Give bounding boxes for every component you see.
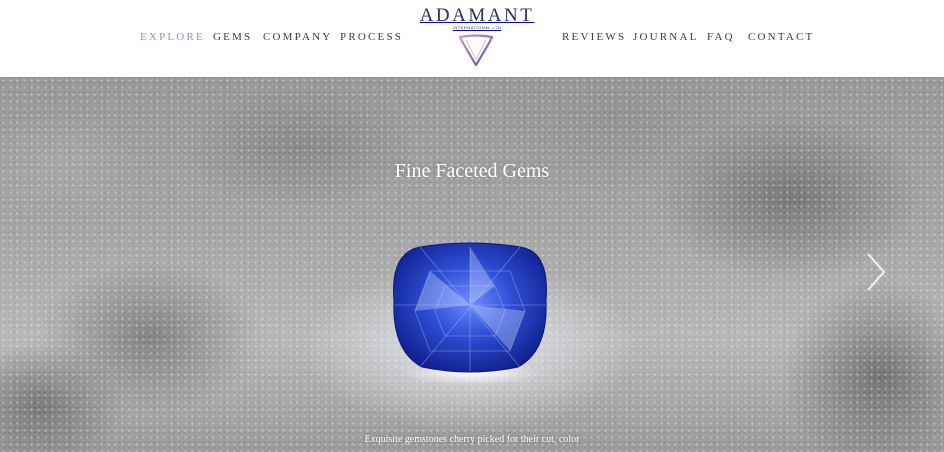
nav-journal[interactable]: JOURNAL [633,31,699,43]
nav-company[interactable]: COMPANY [263,31,332,43]
site-logo[interactable]: ADAMANT INTERNATIONAL LTD [414,6,540,70]
hero-subtitle: Exquisite gemstones cherry picked for th… [364,434,580,445]
nav-process[interactable]: PROCESS [340,31,403,43]
nav-explore[interactable]: EXPLORE [140,31,205,43]
nav-gems[interactable]: GEMS [213,31,252,43]
site-header: EXPLORE GEMS COMPANY PROCESS REVIEWS JOU… [0,0,944,77]
triangle-gem-icon [458,34,494,67]
hero-banner: Fine Faceted Gems Exquisite gemstones ch… [0,77,944,452]
nav-reviews[interactable]: REVIEWS [562,31,626,43]
nav-contact[interactable]: CONTACT [748,31,814,43]
chevron-right-icon[interactable] [864,252,888,292]
nav-faq[interactable]: FAQ [707,31,735,43]
hero-title: Fine Faceted Gems [394,160,550,182]
sapphire-image [393,242,547,385]
logo-wordmark: ADAMANT [419,5,535,26]
